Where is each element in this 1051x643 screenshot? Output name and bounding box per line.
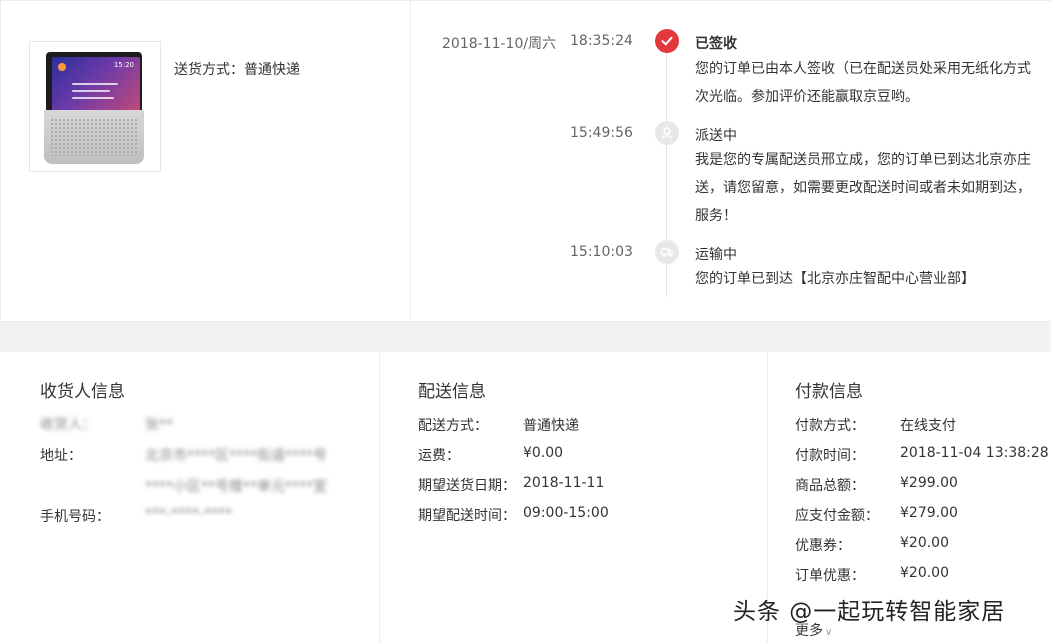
check-icon [655,29,679,53]
payment-row-label: 应支付金额： [795,508,879,524]
delivery-title: 配送信息 [418,382,486,402]
tracking-card: 15:20 送货方式：普通快递 2018-11-10/周六 18:35:24 已… [0,0,1051,323]
courier-icon [655,121,679,145]
consignee-title: 收货人信息 [40,382,125,402]
payment-row-value: ¥20.00 [900,535,949,551]
tracking-timeline: 2018-11-10/周六 18:35:24 已签收 您的订单已由本人签收（已在… [412,1,1051,323]
event-description: 我是您的专属配送员邢立成，您的订单已到达北京亦庄 送，请您留意，如需要更改配送时… [695,152,1031,224]
truck-icon [655,240,679,264]
payment-row-value: ¥20.00 [900,565,949,581]
consignee-info: 收货人信息 收货人： 张** 地址： 北京市****区****街道****号 *… [0,352,380,643]
event-status: 已签收 [695,36,737,52]
tracking-date: 2018-11-10/周六 [442,36,557,52]
consignee-name-label: 收货人： [40,417,96,433]
delivery-row-value: 普通快递 [523,418,579,434]
event-time: 18:35:24 [570,33,633,49]
event-time: 15:10:03 [570,244,633,260]
chevron-down-icon: ∨ [825,627,833,638]
delivery-row-value: ¥0.00 [523,445,564,461]
address-label: 地址： [40,448,82,464]
delivery-row-label: 期望配送时间： [418,508,516,524]
payment-row-value: 2018-11-04 13:38:28 [900,445,1049,461]
shipment-summary: 15:20 送货方式：普通快递 [1,1,411,323]
delivery-method-text: 送货方式：普通快递 [174,62,300,78]
payment-row-label: 订单优惠： [795,568,865,584]
smart-display-image: 15:20 [44,52,144,164]
payment-row-value: ¥279.00 [900,505,958,521]
delivery-row-value: 2018-11-11 [523,475,605,491]
delivery-row-label: 期望送货日期： [418,478,516,494]
payment-title: 付款信息 [795,382,863,402]
section-divider [0,322,1051,352]
address-line-2: ****小区**号楼**单元****室 [145,479,327,495]
payment-row-label: 商品总额： [795,478,865,494]
product-thumbnail[interactable]: 15:20 [29,41,161,172]
event-description: 您的订单已到达【北京亦庄智配中心营业部】 [695,271,975,287]
watermark: 头条 @一起玩转智能家居 [733,599,1006,625]
phone-label: 手机号码： [40,509,110,525]
payment-row-label: 优惠券： [795,538,851,554]
consignee-name-value: 张** [145,417,173,433]
address-line-1: 北京市****区****街道****号 [145,448,327,464]
delivery-row-label: 运费： [418,448,460,464]
payment-row-label: 付款方式： [795,418,865,434]
event-status: 运输中 [695,247,737,263]
event-description: 您的订单已由本人签收（已在配送员处采用无纸化方式 次光临。参加评价还能赢取京豆哟… [695,61,1031,105]
payment-row-value: ¥299.00 [900,475,958,491]
delivery-row-label: 配送方式： [418,418,488,434]
delivery-row-value: 09:00-15:00 [523,505,609,521]
delivery-info: 配送信息 配送方式： 普通快递 运费： ¥0.00 期望送货日期： 2018-1… [381,352,768,643]
payment-row-value: 在线支付 [900,418,956,434]
phone-value: ***-****-**** [145,506,233,522]
event-time: 15:49:56 [570,125,633,141]
event-status: 派送中 [695,128,737,144]
payment-row-label: 付款时间： [795,448,865,464]
